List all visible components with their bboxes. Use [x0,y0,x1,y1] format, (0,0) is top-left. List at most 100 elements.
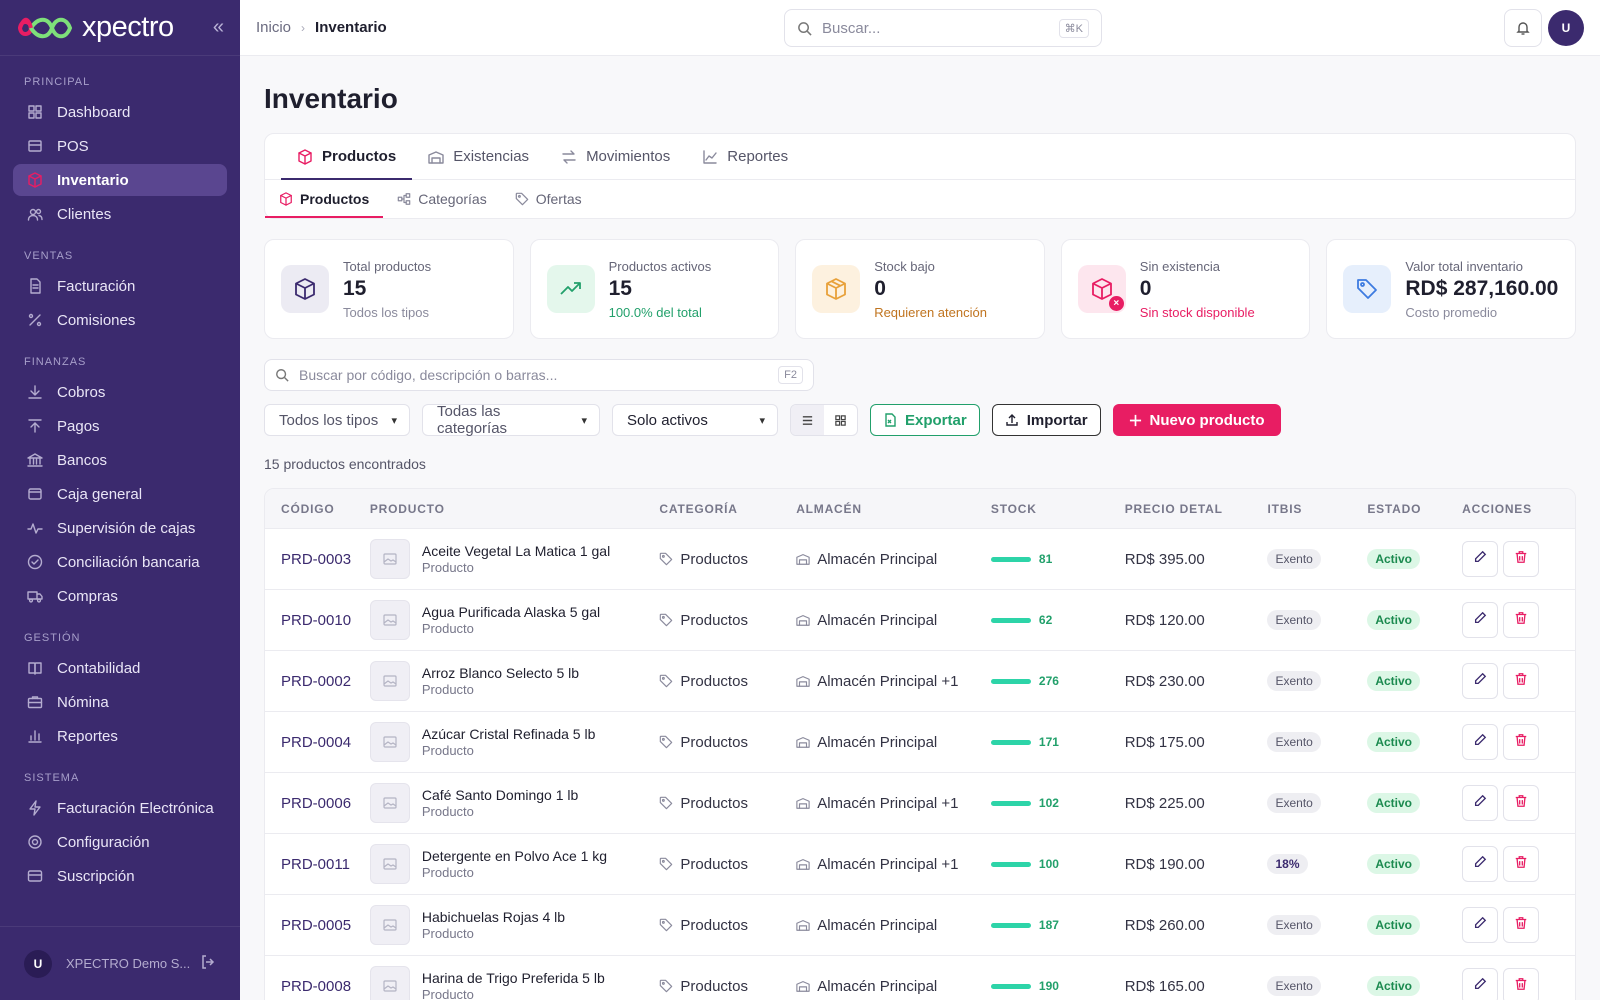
product-code[interactable]: PRD-0002 [281,673,351,690]
type-filter[interactable]: Todos los tipos ▾ [264,404,410,436]
logout-icon[interactable] [200,954,216,973]
sidebar-item-caja-general[interactable]: Caja general [13,478,227,510]
column-header[interactable]: ALMACÉN [796,502,991,516]
edit-button[interactable] [1462,602,1499,638]
collapse-sidebar-icon[interactable]: « [213,16,224,39]
delete-button[interactable] [1503,602,1540,638]
edit-button[interactable] [1462,663,1499,699]
global-search-input[interactable] [822,19,1059,37]
sidebar-item-compras[interactable]: Compras [13,580,227,612]
notifications-button[interactable] [1504,9,1542,47]
sidebar-item-inventario[interactable]: Inventario [13,164,227,196]
subtab-productos[interactable]: Productos [265,180,384,218]
table-row[interactable]: PRD-0002 Arroz Blanco Selecto 5 lb Product… [265,651,1575,712]
sidebar-item-clientes[interactable]: Clientes [13,198,227,230]
delete-button[interactable] [1503,968,1540,1000]
sidebar-item-facturación[interactable]: Facturación [13,270,227,302]
sidebar-item-pagos[interactable]: Pagos [13,410,227,442]
edit-button[interactable] [1462,785,1499,821]
status-filter[interactable]: Solo activos ▾ [612,404,778,436]
column-header[interactable]: ESTADO [1367,502,1462,516]
sidebar-item-dashboard[interactable]: Dashboard [13,96,227,128]
grid-view-button[interactable] [824,405,857,435]
product-type: Producto [421,560,474,575]
top-user-avatar[interactable]: U [1548,10,1584,46]
sidebar-item-bancos[interactable]: Bancos [13,444,227,476]
delete-button[interactable] [1503,724,1540,760]
product-name[interactable]: Detergente en Polvo Ace 1 kg [422,848,607,864]
product-code[interactable]: PRD-0004 [281,734,351,751]
pencil-icon [1473,672,1487,690]
sidebar-item-suscripción[interactable]: Suscripción [13,860,227,892]
column-header[interactable]: CATEGORÍA [659,502,796,516]
sidebar-item-facturación-electrónica[interactable]: Facturación Electrónica [13,792,227,824]
subtab-categorías[interactable]: Categorías [383,180,500,218]
tab-movimientos[interactable]: Movimientos [545,134,686,179]
column-header[interactable]: PRODUCTO [370,502,660,516]
column-header[interactable]: ITBIS [1267,502,1367,516]
sidebar-item-pos[interactable]: POS [13,130,227,162]
tabs-card: Productos Existencias Movimientos Reportes … [264,133,1576,219]
grid-icon [26,103,44,121]
product-code[interactable]: PRD-0006 [281,795,351,812]
sidebar-item-cobros[interactable]: Cobros [13,376,227,408]
delete-button[interactable] [1503,907,1540,943]
edit-button[interactable] [1462,846,1499,882]
product-code[interactable]: PRD-0010 [281,612,351,629]
new-product-button[interactable]: Nuevo producto [1112,404,1281,436]
import-button[interactable]: Importar [991,404,1101,436]
subtab-ofertas[interactable]: Ofertas [501,180,596,218]
table-row[interactable]: PRD-0003 Aceite Vegetal La Matica 1 gal Pr… [265,529,1575,590]
sidebar-item-label: Configuración [57,833,150,851]
tab-existencias[interactable]: Existencias [412,134,545,179]
edit-button[interactable] [1462,724,1499,760]
category-filter[interactable]: Todas las categorías ▾ [422,403,600,437]
product-name[interactable]: Agua Purificada Alaska 5 gal [422,604,600,620]
breadcrumb-home[interactable]: Inicio [256,19,291,36]
product-name[interactable]: Aceite Vegetal La Matica 1 gal [422,543,610,559]
list-view-button[interactable] [791,405,824,435]
table-row[interactable]: PRD-0008 Harina de Trigo Preferida 5 lb Pr… [265,956,1575,1000]
sidebar-item-conciliación-bancaria[interactable]: Conciliación bancaria [13,546,227,578]
column-header[interactable]: STOCK [991,502,1125,516]
delete-button[interactable] [1503,846,1540,882]
table-row[interactable]: PRD-0005 Habichuelas Rojas 4 lb Producto Pr… [265,895,1575,956]
sidebar-item-configuración[interactable]: Configuración [13,826,227,858]
product-code[interactable]: PRD-0008 [281,978,351,995]
export-button[interactable]: Exportar [870,404,980,436]
product-search-input[interactable] [299,367,779,383]
sidebar-item-supervisión-de-cajas[interactable]: Supervisión de cajas [13,512,227,544]
column-header[interactable]: CÓDIGO [265,502,370,516]
sidebar-item-nómina[interactable]: Nómina [13,686,227,718]
itbis-cell: Exento [1267,549,1367,569]
product-name[interactable]: Arroz Blanco Selecto 5 lb [422,665,579,681]
edit-button[interactable] [1462,968,1499,1000]
tab-reportes[interactable]: Reportes [686,134,804,179]
sidebar-item-reportes[interactable]: Reportes [13,720,227,752]
product-code[interactable]: PRD-0005 [281,917,351,934]
product-name[interactable]: Habichuelas Rojas 4 lb [422,909,565,925]
table-row[interactable]: PRD-0011 Detergente en Polvo Ace 1 kg Prod… [265,834,1575,895]
export-label: Exportar [905,411,967,429]
table-row[interactable]: PRD-0006 Café Santo Domingo 1 lb Producto P… [265,773,1575,834]
table-row[interactable]: PRD-0010 Agua Purificada Alaska 5 gal Prod… [265,590,1575,651]
delete-button[interactable] [1503,541,1540,577]
table-row[interactable]: PRD-0004 Azúcar Cristal Refinada 5 lb Prod… [265,712,1575,773]
sidebar-item-comisiones[interactable]: Comisiones [13,304,227,336]
tab-productos[interactable]: Productos [281,134,413,180]
product-code[interactable]: PRD-0003 [281,551,351,568]
delete-button[interactable] [1503,663,1540,699]
product-name[interactable]: Harina de Trigo Preferida 5 lb [422,970,605,986]
column-header[interactable]: ACCIONES [1462,502,1575,516]
product-name[interactable]: Café Santo Domingo 1 lb [422,787,578,803]
column-header[interactable]: PRECIO DETAL [1125,502,1268,516]
edit-button[interactable] [1462,541,1499,577]
user-avatar[interactable]: U [24,949,52,978]
product-name[interactable]: Azúcar Cristal Refinada 5 lb [422,726,596,742]
product-code[interactable]: PRD-0011 [281,856,350,873]
sidebar-item-contabilidad[interactable]: Contabilidad [13,652,227,684]
product-search-shortcut: F2 [778,366,803,384]
edit-button[interactable] [1462,907,1499,943]
bell-icon [1516,22,1530,35]
delete-button[interactable] [1503,785,1540,821]
